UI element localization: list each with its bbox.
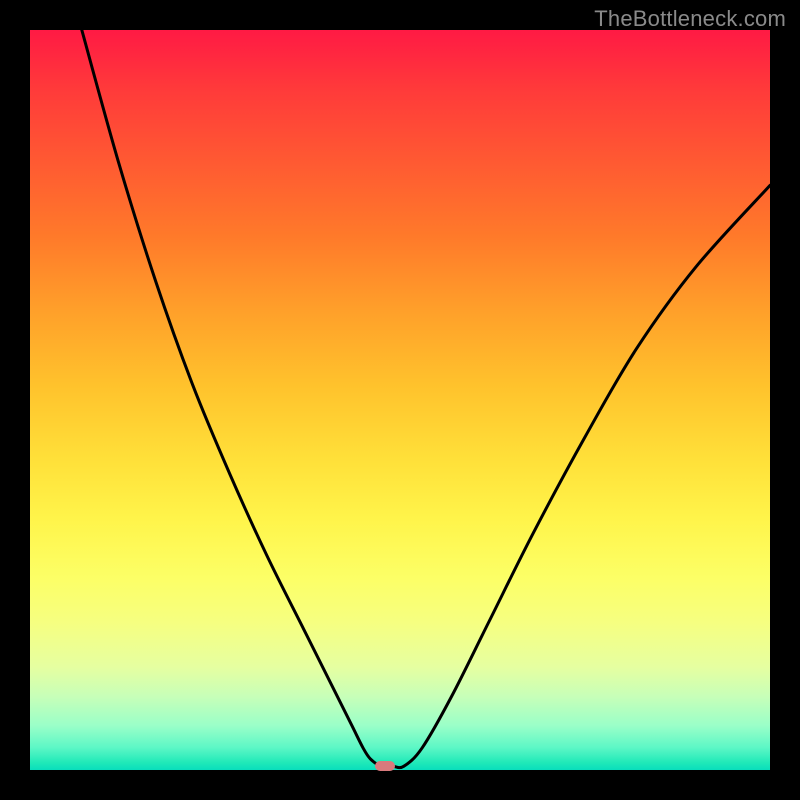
watermark-text: TheBottleneck.com <box>594 6 786 32</box>
optimum-marker <box>375 761 395 771</box>
plot-area <box>30 30 770 770</box>
chart-frame: TheBottleneck.com <box>0 0 800 800</box>
curve-svg <box>30 30 770 770</box>
bottleneck-curve <box>82 30 770 768</box>
